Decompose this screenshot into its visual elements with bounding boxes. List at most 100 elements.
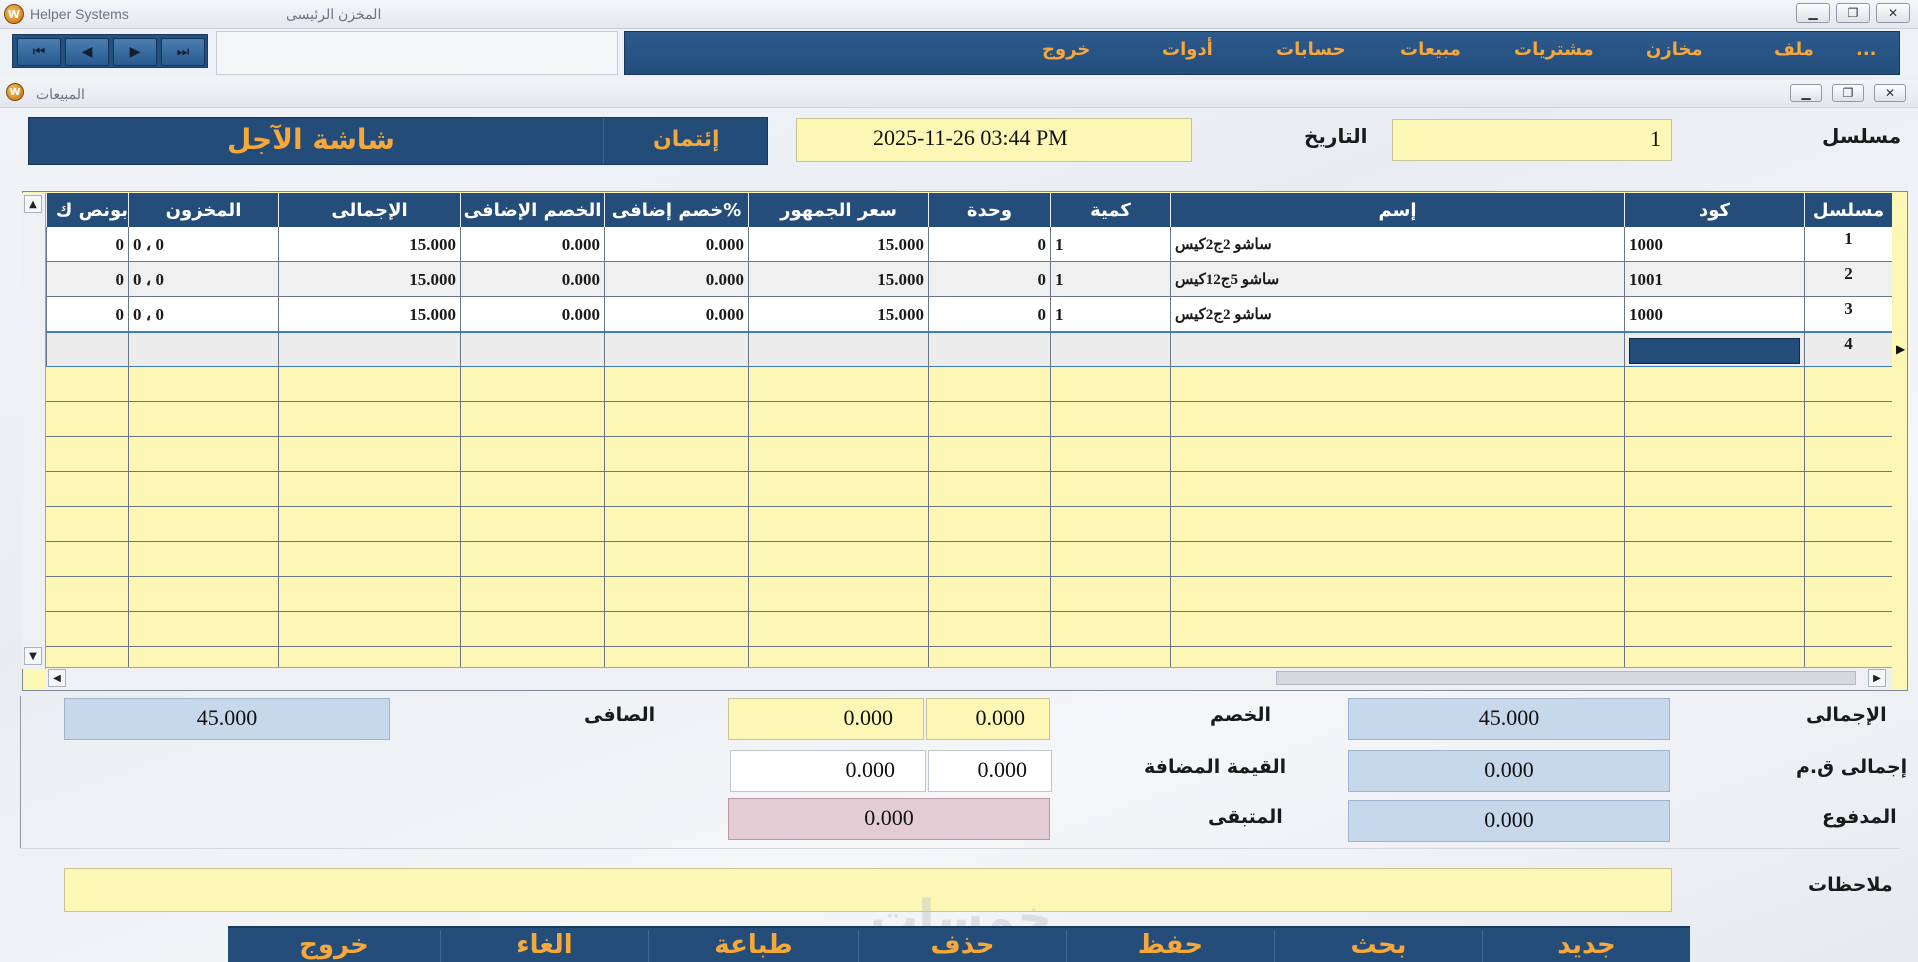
menu-bar: [624, 31, 1900, 75]
menu-exit[interactable]: خروج: [1042, 33, 1090, 65]
item-name: ساشو 2ج2كيس: [1175, 307, 1272, 323]
cell-code[interactable]: 1000: [1624, 297, 1804, 332]
cell-disc-pct[interactable]: [604, 333, 748, 368]
col-qty[interactable]: كمية: [1050, 193, 1170, 227]
col-disc[interactable]: الخصم الإضافى: [460, 193, 604, 227]
last-record-button[interactable]: ⏭: [161, 38, 205, 66]
col-stock[interactable]: المخزون: [128, 193, 278, 227]
close-button[interactable]: ✕: [1876, 3, 1910, 23]
menu-stores[interactable]: مخازن: [1646, 33, 1703, 65]
cell-code[interactable]: 1000: [1624, 227, 1804, 262]
col-total[interactable]: الإجمالى: [278, 193, 460, 227]
cell-serial: 3: [1804, 297, 1892, 332]
col-bonus[interactable]: بونص ك: [46, 193, 128, 227]
horizontal-scrollbar[interactable]: ◀ ▶: [46, 667, 1892, 689]
cell-disc[interactable]: 0.000: [460, 227, 604, 262]
cell-price[interactable]: 15.000: [748, 297, 928, 332]
notes-label: ملاحظات: [1808, 874, 1893, 896]
cell-disc[interactable]: 0.000: [460, 262, 604, 297]
menu-more[interactable]: ...: [1856, 33, 1877, 65]
col-disc-pct[interactable]: خصم إضافى%: [604, 193, 748, 227]
cell-stock: 0 ، 0: [128, 297, 278, 332]
exit-button[interactable]: خروج: [228, 930, 440, 962]
empty-rows[interactable]: [46, 367, 1892, 667]
menu-file[interactable]: ملف: [1774, 33, 1814, 65]
menu-tools[interactable]: أدوات: [1162, 33, 1213, 65]
cell-name[interactable]: ساشو 5ج12كيس: [1170, 262, 1624, 297]
discount-pct-field[interactable]: 0.000: [926, 698, 1050, 740]
cell-unit[interactable]: 0: [928, 297, 1050, 332]
col-name[interactable]: إسم: [1170, 193, 1624, 227]
cell-price[interactable]: 15.000: [748, 227, 928, 262]
print-button[interactable]: طباعة: [648, 930, 858, 962]
cell-price[interactable]: 15.000: [748, 262, 928, 297]
col-price[interactable]: سعر الجمهور: [748, 193, 928, 227]
col-code[interactable]: كود: [1624, 193, 1804, 227]
cell-disc[interactable]: [460, 333, 604, 368]
next-record-button[interactable]: ▶: [113, 38, 157, 66]
scroll-thumb[interactable]: [1276, 671, 1856, 685]
delete-button[interactable]: حذف: [858, 930, 1066, 962]
cell-disc-pct[interactable]: 0.000: [604, 262, 748, 297]
child-minimize-button[interactable]: ▁: [1790, 84, 1822, 102]
minimize-button[interactable]: ▁: [1796, 3, 1830, 23]
cell-price[interactable]: [748, 333, 928, 368]
menu-sales[interactable]: مبيعات: [1400, 33, 1461, 65]
scroll-right-icon[interactable]: ▶: [1868, 669, 1886, 687]
cell-bonus[interactable]: 0: [46, 297, 128, 332]
cell-unit[interactable]: 0: [928, 262, 1050, 297]
cell-qty[interactable]: 1: [1050, 262, 1170, 297]
vat-label: القيمة المضافة: [1144, 756, 1287, 778]
col-unit[interactable]: وحدة: [928, 193, 1050, 227]
cell-unit[interactable]: 0: [928, 227, 1050, 262]
cell-name[interactable]: ساشو 2ج2كيس: [1170, 297, 1624, 332]
new-button[interactable]: جديد: [1482, 930, 1690, 962]
table-row[interactable]: 2 1001 ساشو 5ج12كيس 1 0 15.000 0.000 0.0…: [46, 262, 1892, 297]
cell-qty[interactable]: 1: [1050, 227, 1170, 262]
tool-panel: [216, 31, 618, 75]
cell-unit[interactable]: [928, 333, 1050, 368]
menu-accounts[interactable]: حسابات: [1276, 33, 1346, 65]
cell-qty[interactable]: 1: [1050, 297, 1170, 332]
cell-name[interactable]: ساشو 2ج2كيس: [1170, 227, 1624, 262]
child-restore-button[interactable]: ❐: [1832, 84, 1864, 102]
cell-stock: 0 ، 0: [128, 227, 278, 262]
child-close-button[interactable]: ✕: [1874, 84, 1906, 102]
cell-bonus[interactable]: 0: [46, 227, 128, 262]
vat-pct-field[interactable]: 0.000: [928, 750, 1052, 792]
prev-record-button[interactable]: ◀: [65, 38, 109, 66]
cell-qty[interactable]: [1050, 333, 1170, 368]
cell-code-editing[interactable]: [1624, 333, 1804, 368]
table-row[interactable]: 3 1000 ساشو 2ج2كيس 1 0 15.000 0.000 0.00…: [46, 297, 1892, 332]
date-field[interactable]: 2025-11-26 03:44 PM: [796, 118, 1192, 162]
code-editor[interactable]: [1629, 337, 1800, 364]
search-button[interactable]: بحث: [1274, 930, 1482, 962]
paid-field[interactable]: 0.000: [1348, 800, 1670, 842]
menu-purchases[interactable]: مشتريات: [1514, 33, 1594, 65]
vat-field[interactable]: 0.000: [730, 750, 926, 792]
save-button[interactable]: حفظ: [1066, 930, 1274, 962]
serial-field[interactable]: 1: [1392, 119, 1672, 161]
cell-bonus[interactable]: 0: [46, 262, 128, 297]
cell-bonus[interactable]: [46, 333, 128, 368]
table-row[interactable]: 1 1000 ساشو 2ج2كيس 1 0 15.000 0.000 0.00…: [46, 227, 1892, 262]
cell-disc-pct[interactable]: 0.000: [604, 227, 748, 262]
cell-name[interactable]: [1170, 333, 1624, 368]
cell-stock: [128, 333, 278, 368]
scroll-left-icon[interactable]: ◀: [48, 669, 66, 687]
cell-disc[interactable]: 0.000: [460, 297, 604, 332]
restore-button[interactable]: ❐: [1836, 3, 1870, 23]
cell-disc-pct[interactable]: 0.000: [604, 297, 748, 332]
col-serial[interactable]: مسلسل: [1804, 193, 1892, 227]
restore-icon: ❐: [1847, 6, 1859, 20]
table-row-new[interactable]: 4: [46, 332, 1892, 368]
payment-type[interactable]: إئتمان: [653, 127, 720, 152]
scroll-up-icon[interactable]: ▲: [24, 195, 42, 213]
cancel-button[interactable]: الغاء: [440, 930, 648, 962]
discount-field[interactable]: 0.000: [728, 698, 924, 740]
first-record-button[interactable]: ⏮: [17, 38, 61, 66]
scroll-down-icon[interactable]: ▼: [24, 647, 42, 665]
vertical-scrollbar[interactable]: ▲ ▼: [22, 193, 46, 669]
cell-code[interactable]: 1001: [1624, 262, 1804, 297]
app-logo-icon: W: [4, 4, 24, 24]
